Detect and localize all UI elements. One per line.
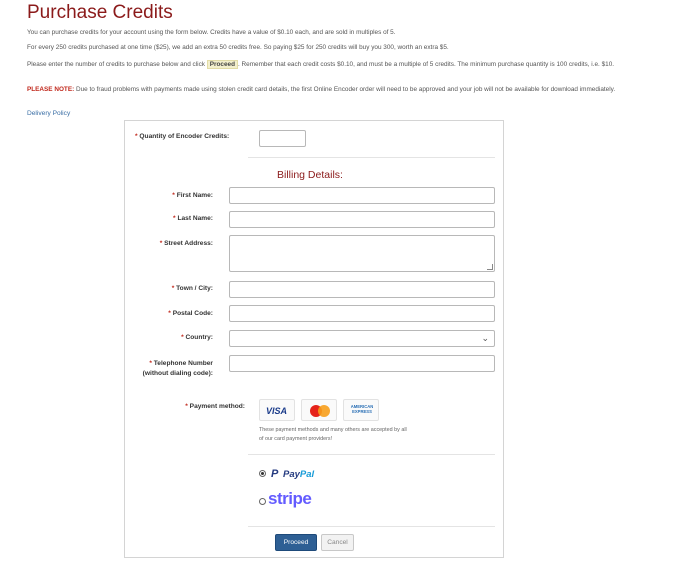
purchase-form: * Quantity of Encoder Credits: Billing D… bbox=[124, 120, 504, 558]
country-select[interactable]: ⌄ bbox=[229, 330, 495, 347]
street-address-label: * Street Address: bbox=[135, 240, 213, 247]
first-name-label-text: First Name: bbox=[176, 192, 213, 199]
intro-paragraph-instructions: Please enter the number of credits to pu… bbox=[27, 60, 627, 69]
payment-method-label: * Payment method: bbox=[135, 403, 245, 410]
page-title: Purchase Credits bbox=[27, 2, 173, 23]
amex-logo-text: AMERICAN EXPRESS bbox=[350, 404, 374, 414]
required-mark: * bbox=[168, 310, 171, 317]
quantity-label-text: Quantity of Encoder Credits: bbox=[139, 133, 230, 140]
divider bbox=[248, 526, 495, 527]
paypal-radio[interactable] bbox=[259, 470, 266, 477]
fraud-note-text: Due to fraud problems with payments made… bbox=[74, 86, 616, 93]
postal-code-label-text: Postal Code: bbox=[172, 310, 213, 317]
divider bbox=[248, 454, 495, 455]
postal-code-label: * Postal Code: bbox=[135, 310, 213, 317]
visa-logo-text: VISA bbox=[266, 406, 288, 416]
postal-code-input[interactable] bbox=[229, 305, 495, 322]
required-mark: * bbox=[171, 285, 175, 292]
mastercard-circle-orange bbox=[318, 405, 330, 417]
last-name-label-text: Last Name: bbox=[177, 215, 213, 222]
required-mark: * bbox=[173, 215, 176, 222]
intro-paragraph-bonus: For every 250 credits purchased at one t… bbox=[27, 44, 449, 51]
last-name-label: * Last Name: bbox=[135, 215, 213, 222]
chevron-down-icon: ⌄ bbox=[481, 333, 489, 343]
cancel-button[interactable]: Cancel bbox=[321, 534, 354, 551]
instructions-text-end: . Remember that each credit costs $0.10,… bbox=[237, 61, 615, 68]
payment-methods-note: These payment methods and many others ar… bbox=[259, 427, 407, 442]
paypal-word-pal: Pal bbox=[299, 469, 315, 480]
country-label: * Country: bbox=[135, 334, 213, 341]
fraud-note-label: PLEASE NOTE: bbox=[27, 86, 75, 93]
street-address-textarea[interactable] bbox=[229, 235, 495, 272]
instructions-text-start: Please enter the number of credits to pu… bbox=[27, 61, 207, 68]
telephone-label-line1: Telephone Number bbox=[153, 360, 213, 367]
fraud-note-paragraph: PLEASE NOTE: Due to fraud problems with … bbox=[27, 85, 627, 94]
resize-handle-icon[interactable] bbox=[487, 264, 493, 270]
paypal-wordmark[interactable]: PayPal bbox=[283, 469, 314, 480]
payment-method-label-text: Payment method: bbox=[189, 403, 245, 410]
billing-heading: Billing Details: bbox=[277, 169, 343, 181]
required-mark: * bbox=[172, 192, 175, 199]
paypal-word-pay: Pay bbox=[283, 469, 300, 480]
country-label-text: Country: bbox=[185, 334, 213, 341]
first-name-input[interactable] bbox=[229, 187, 495, 204]
stripe-logo-icon[interactable]: stripe bbox=[268, 489, 312, 509]
proceed-highlight: Proceed bbox=[206, 60, 238, 69]
telephone-input[interactable] bbox=[229, 355, 495, 372]
divider bbox=[248, 157, 495, 158]
town-city-input[interactable] bbox=[229, 281, 495, 298]
quantity-input[interactable] bbox=[259, 130, 306, 147]
telephone-label: * Telephone Number (without dialing code)… bbox=[133, 359, 213, 379]
visa-card-icon: VISA bbox=[259, 399, 295, 421]
first-name-label: * First Name: bbox=[135, 192, 213, 199]
required-mark: * bbox=[149, 360, 152, 367]
delivery-policy-link[interactable]: Delivery Policy bbox=[27, 110, 70, 117]
quantity-label: * Quantity of Encoder Credits: bbox=[135, 133, 245, 140]
required-mark: * bbox=[159, 240, 163, 247]
required-mark: * bbox=[181, 334, 184, 341]
required-mark: * bbox=[135, 133, 138, 140]
town-city-label-text: Town / City: bbox=[176, 285, 213, 292]
proceed-button[interactable]: Proceed bbox=[275, 534, 317, 551]
last-name-input[interactable] bbox=[229, 211, 495, 228]
stripe-radio[interactable] bbox=[259, 498, 266, 505]
telephone-label-line2: (without dialing code): bbox=[142, 370, 213, 377]
intro-paragraph-credit-value: You can purchase credits for your accoun… bbox=[27, 29, 396, 36]
mastercard-icon bbox=[301, 399, 337, 421]
required-mark: * bbox=[185, 403, 188, 410]
town-city-label: * Town / City: bbox=[135, 285, 213, 292]
amex-card-icon: AMERICAN EXPRESS bbox=[343, 399, 379, 421]
paypal-logo-icon[interactable]: P bbox=[271, 468, 278, 480]
street-address-label-text: Street Address: bbox=[164, 240, 213, 247]
